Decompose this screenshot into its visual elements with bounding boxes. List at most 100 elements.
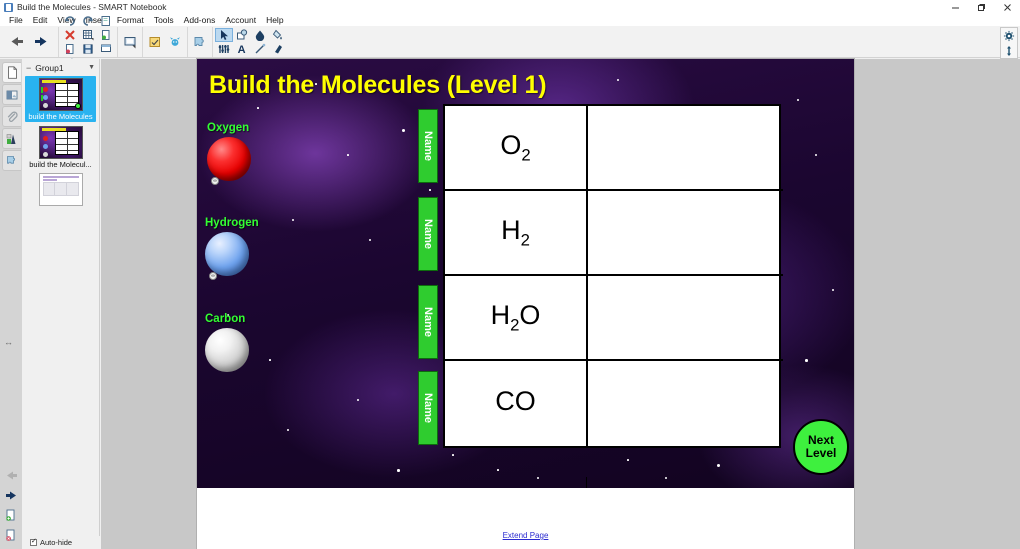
page-sorter-tab[interactable]	[2, 62, 21, 83]
page-thumbnail-1-preview	[38, 78, 83, 111]
carbon-atom[interactable]	[205, 328, 249, 372]
canvas-area: Build the Molecules (Level 1) Oxygen ∞ H…	[101, 59, 1020, 549]
move-toolbar-icon[interactable]	[1001, 43, 1017, 58]
page-thumbnail-1[interactable]: build the Molecules	[25, 76, 96, 122]
page-thumbnail-3[interactable]	[25, 173, 96, 207]
open-file-icon[interactable]	[97, 28, 115, 42]
undo-icon[interactable]	[61, 14, 79, 28]
menu-add-ons[interactable]: Add-ons	[179, 15, 221, 25]
toolbar-response-group	[143, 26, 188, 57]
chevron-down-icon[interactable]: ▼	[88, 64, 95, 71]
left-rail: ↔	[0, 59, 22, 549]
import-file-icon[interactable]	[61, 42, 79, 56]
extensions-tab[interactable]	[2, 150, 21, 171]
element-oxygen[interactable]: Oxygen ∞	[207, 122, 251, 185]
page-title[interactable]: Build the Molecules (Level 1)	[209, 71, 547, 100]
molecule-table[interactable]: O2 H2 H2O CO	[443, 104, 783, 448]
minimize-icon[interactable]	[942, 0, 968, 14]
name-tab-4-label: Name	[422, 393, 434, 423]
page-thumbnail-2-preview	[38, 126, 83, 159]
paperclip-icon	[7, 111, 18, 122]
properties-tool-icon[interactable]	[215, 42, 233, 56]
toolbar-addon-group	[188, 26, 213, 57]
left-rail-tabs	[2, 62, 21, 172]
text-tool-icon[interactable]: A	[233, 42, 251, 56]
previous-page-icon[interactable]	[2, 465, 20, 485]
forward-arrow-icon[interactable]	[30, 28, 53, 56]
restore-icon[interactable]	[968, 0, 994, 14]
menu-tools[interactable]: Tools	[149, 15, 179, 25]
back-arrow-icon[interactable]	[5, 28, 28, 56]
menu-account[interactable]: Account	[220, 15, 261, 25]
page-thumbnail-1-label: build the Molecules	[28, 112, 93, 121]
table-row-1-answer[interactable]	[588, 106, 783, 191]
settings-gear-icon[interactable]	[1001, 28, 1017, 43]
smart-lab-icon[interactable]	[165, 28, 185, 56]
oxygen-atom[interactable]	[207, 137, 251, 181]
next-level-line2: Level	[805, 446, 837, 460]
line-tool-icon[interactable]	[251, 42, 269, 56]
minus-icon[interactable]: −	[26, 63, 31, 73]
attachments-tab[interactable]	[2, 106, 21, 127]
addons-icon	[6, 133, 16, 144]
close-icon[interactable]	[994, 0, 1020, 14]
table-row-1-formula[interactable]: O2	[445, 106, 588, 191]
element-hydrogen-label: Hydrogen	[205, 217, 259, 229]
full-screen-icon[interactable]	[120, 28, 140, 56]
text-cursor	[586, 477, 587, 488]
tools-grid: A	[215, 27, 287, 56]
new-page-icon[interactable]	[97, 14, 115, 28]
page-thumbnail-2[interactable]: build the Molecul...	[25, 126, 96, 169]
autohide-checkbox[interactable]	[30, 537, 37, 546]
redo-icon[interactable]	[79, 14, 97, 28]
name-tab-2[interactable]: Name	[418, 197, 438, 271]
hydrogen-atom[interactable]	[205, 232, 249, 276]
add-ons-icon[interactable]	[190, 28, 210, 56]
menu-format[interactable]: Format	[112, 15, 149, 25]
name-tab-3[interactable]: Name	[418, 285, 438, 359]
shapes-tool-icon[interactable]	[233, 28, 251, 42]
gallery-tab[interactable]	[2, 84, 21, 105]
add-page-icon[interactable]	[2, 505, 20, 525]
element-hydrogen[interactable]: Hydrogen ∞	[205, 217, 259, 280]
element-carbon[interactable]: Carbon	[205, 313, 249, 372]
page-thumbnail-3-preview	[38, 173, 83, 206]
name-tab-1[interactable]: Name	[418, 109, 438, 183]
menu-help[interactable]: Help	[261, 15, 288, 25]
menu-file[interactable]: File	[4, 15, 28, 25]
formula-h2: H2	[501, 214, 530, 250]
fill-tool-icon[interactable]	[251, 28, 269, 42]
table-row-4-answer[interactable]	[588, 361, 783, 446]
toolbar-view-group	[118, 26, 143, 57]
table-row-3-formula[interactable]: H2O	[445, 276, 588, 361]
save-icon[interactable]	[79, 42, 97, 56]
table-row-4-formula[interactable]: CO	[445, 361, 588, 446]
smart-notebook-window: Build the Molecules - SMART Notebook Fil…	[0, 0, 1020, 549]
extend-page-link[interactable]: Extend Page	[197, 531, 854, 540]
sidebar-resize-icon[interactable]: ↔	[4, 337, 13, 347]
page-group-header[interactable]: − Group1 ▼	[22, 59, 99, 76]
table-row-3-answer[interactable]	[588, 276, 783, 361]
hydrogen-clone-badge[interactable]: ∞	[209, 272, 217, 280]
eraser-tool-icon[interactable]	[269, 42, 287, 56]
next-level-button[interactable]: Next Level	[793, 419, 849, 475]
delete-page-icon[interactable]	[2, 525, 20, 545]
select-tool-icon[interactable]	[215, 27, 233, 42]
delete-icon[interactable]	[61, 28, 79, 42]
formula-co: CO	[495, 385, 536, 416]
table-row-2-formula[interactable]: H2	[445, 191, 588, 276]
name-tab-4[interactable]: Name	[418, 371, 438, 445]
next-page-icon[interactable]	[2, 485, 20, 505]
table-icon[interactable]	[79, 28, 97, 42]
add-ons-tab[interactable]	[2, 128, 21, 149]
slide-canvas[interactable]: Build the Molecules (Level 1) Oxygen ∞ H…	[197, 59, 854, 488]
table-row-2-answer[interactable]	[588, 191, 783, 276]
toolbar-tools-group: A	[213, 27, 289, 57]
status-bar: Auto-hide	[22, 536, 101, 549]
menu-edit[interactable]: Edit	[28, 15, 53, 25]
smart-response-icon[interactable]	[145, 28, 165, 56]
paint-tool-icon[interactable]	[269, 28, 287, 42]
screen-shade-icon[interactable]	[97, 42, 115, 56]
oxygen-clone-badge[interactable]: ∞	[211, 177, 219, 185]
notebook-page[interactable]: Build the Molecules (Level 1) Oxygen ∞ H…	[197, 59, 854, 549]
